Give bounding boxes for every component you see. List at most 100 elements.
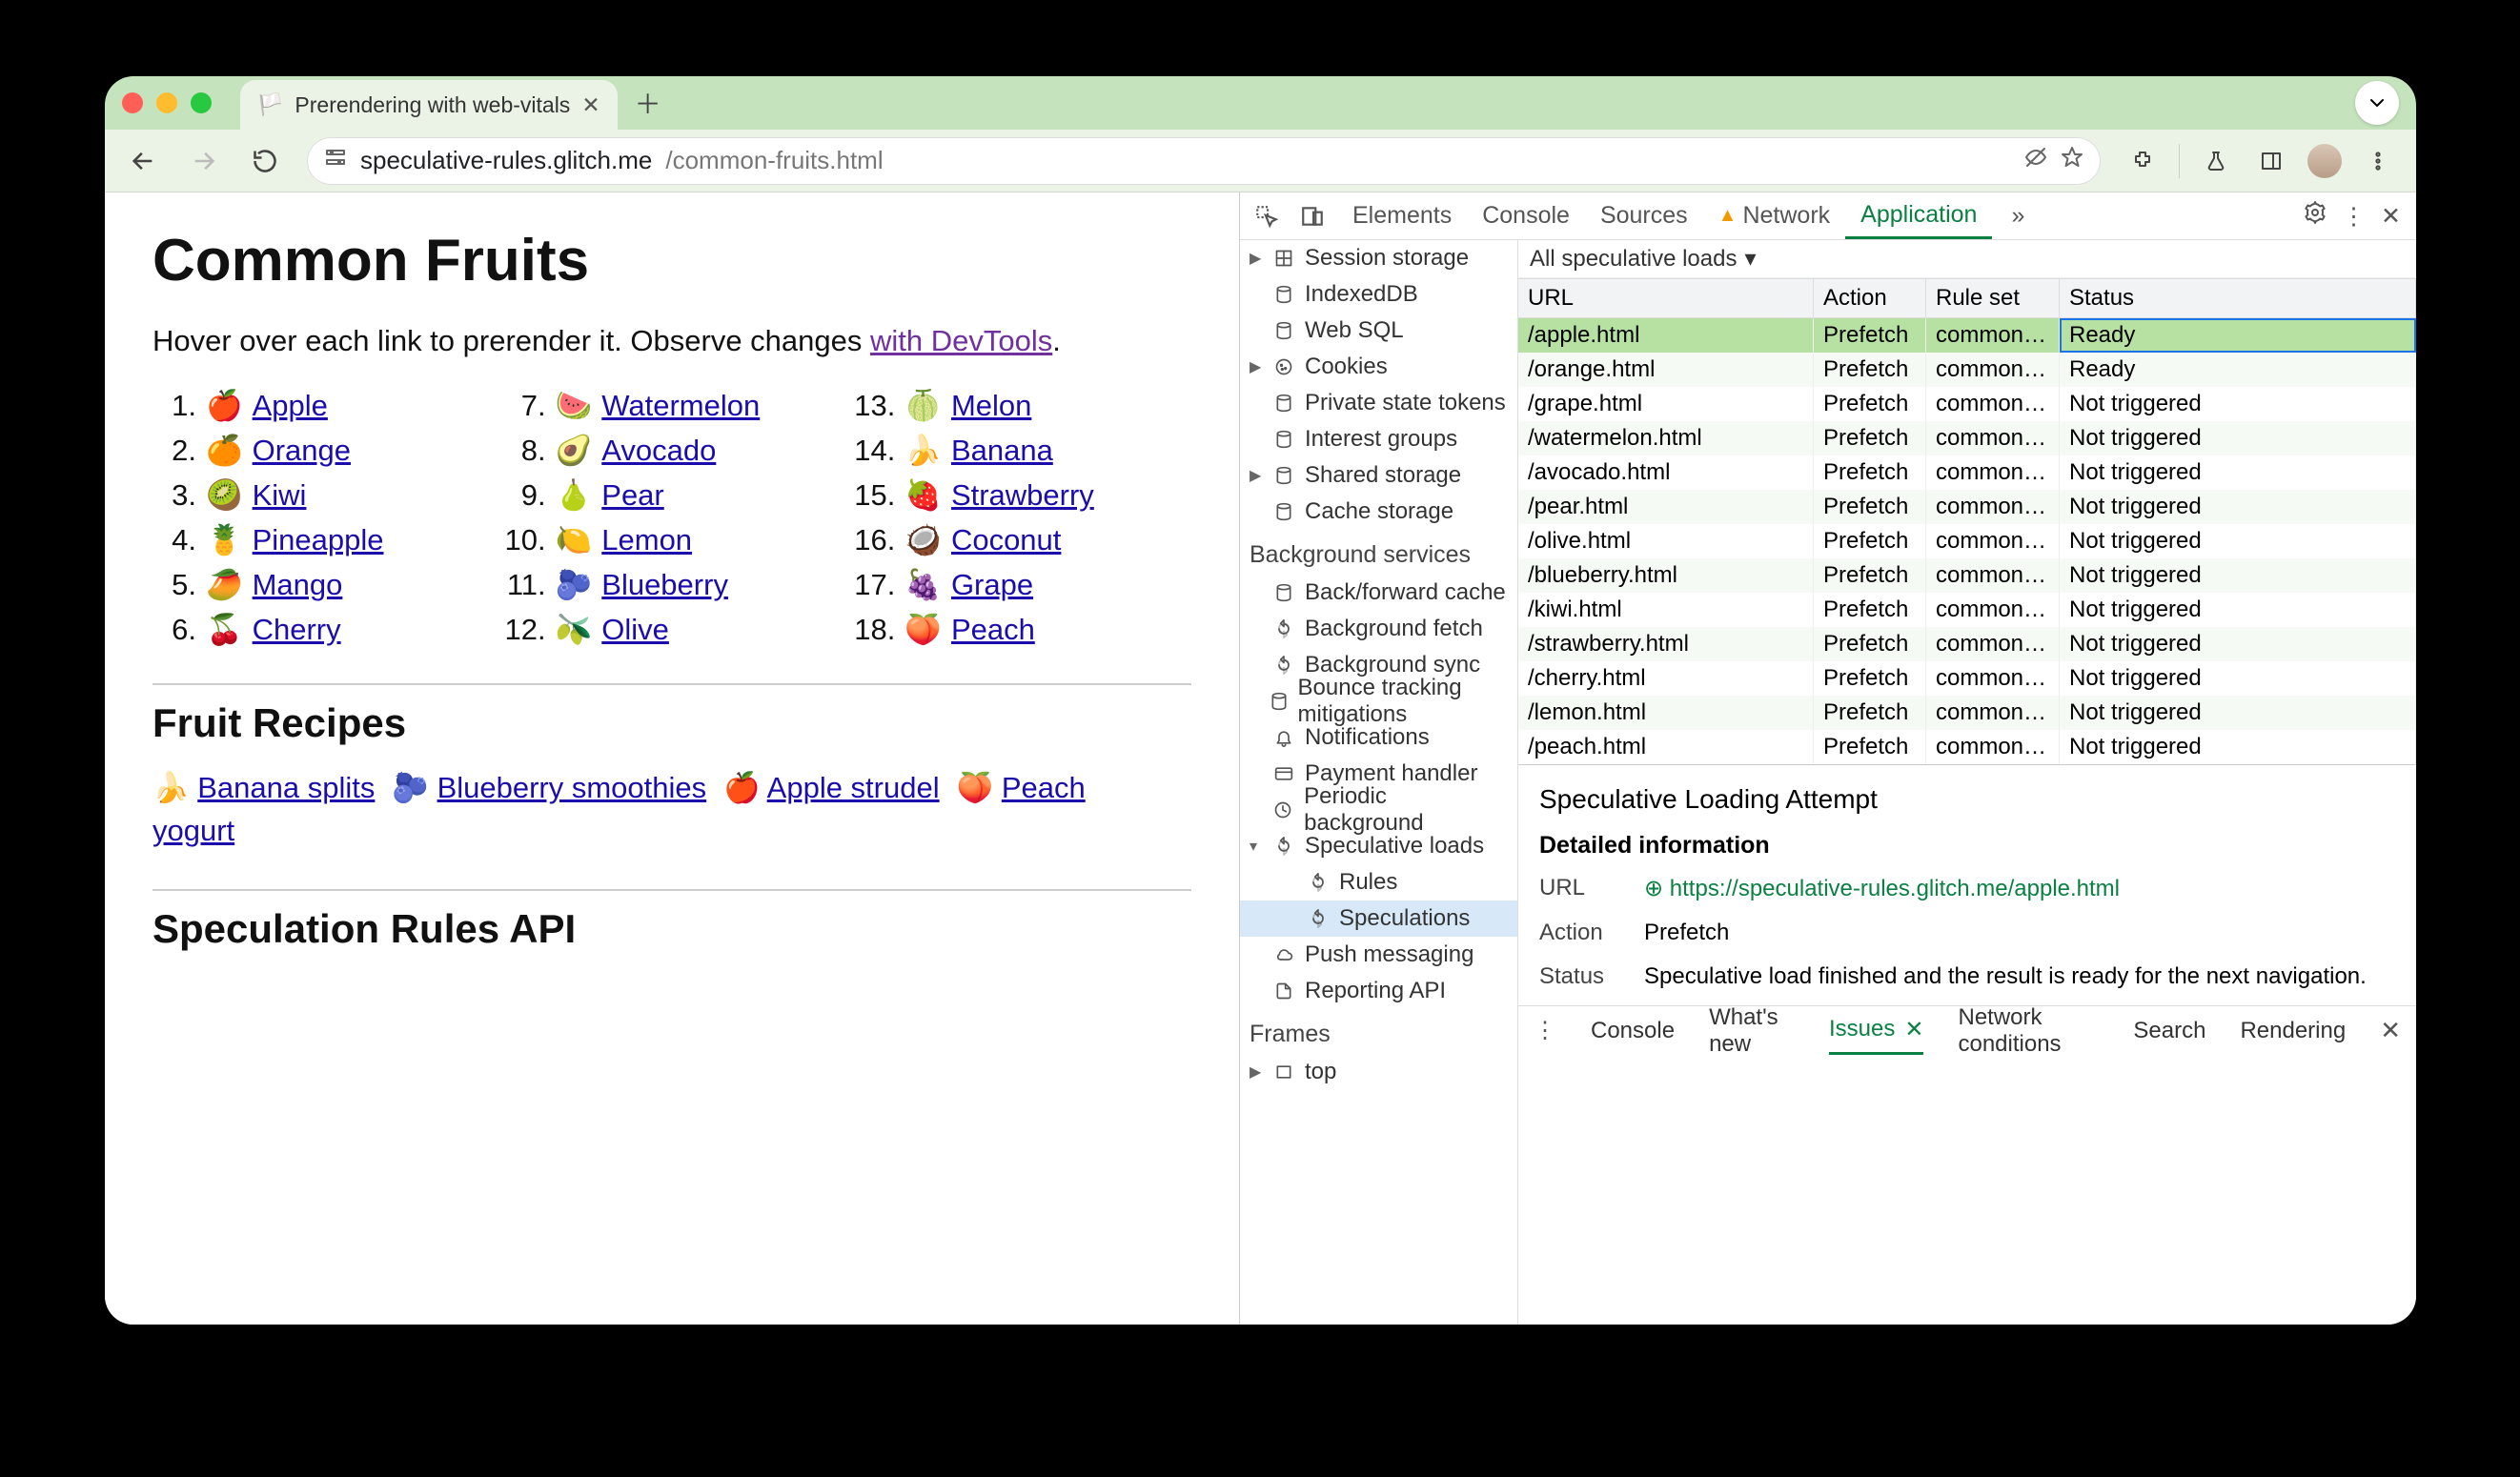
table-row[interactable]: /cherry.htmlPrefetchcommon-…Not triggere…: [1518, 661, 2416, 696]
maximize-window-icon[interactable]: [191, 92, 212, 113]
sidebar-item[interactable]: IndexedDB: [1240, 276, 1517, 313]
column-header[interactable]: Rule set: [1926, 279, 2060, 317]
fruit-link[interactable]: Kiwi: [253, 478, 307, 513]
close-tab-icon[interactable]: ✕: [581, 92, 600, 118]
drawer-tab-what-s-new[interactable]: What's new: [1709, 1004, 1795, 1058]
table-row[interactable]: /pear.htmlPrefetchcommon-…Not triggered: [1518, 490, 2416, 524]
devtools-tab-sources[interactable]: Sources: [1585, 192, 1703, 239]
fruit-link[interactable]: Grape: [951, 568, 1033, 602]
bookmark-icon[interactable]: [2061, 146, 2083, 175]
fruit-link[interactable]: Lemon: [601, 523, 692, 557]
sidebar-item[interactable]: Reporting API: [1240, 973, 1517, 1009]
devtools-tab-elements[interactable]: Elements: [1337, 192, 1467, 239]
fruit-link[interactable]: Cherry: [253, 613, 341, 647]
sidebar-item[interactable]: ▾Speculative loads: [1240, 828, 1517, 864]
tab-title: Prerendering with web-vitals: [295, 92, 570, 118]
devtools-tab-network[interactable]: Network: [1703, 192, 1845, 239]
forward-button[interactable]: [185, 142, 223, 180]
recipe-link[interactable]: Banana splits: [197, 771, 375, 804]
sidebar-item[interactable]: Periodic background: [1240, 792, 1517, 828]
chrome-menu-icon[interactable]: [2359, 142, 2397, 180]
sidebar-item[interactable]: Bounce tracking mitigations: [1240, 683, 1517, 719]
sidebar-item[interactable]: Speculations: [1240, 900, 1517, 937]
devtools-close-icon[interactable]: ✕: [2381, 202, 2401, 231]
devtools-tab-console[interactable]: Console: [1467, 192, 1585, 239]
table-row[interactable]: /blueberry.htmlPrefetchcommon-…Not trigg…: [1518, 558, 2416, 593]
new-tab-button[interactable]: ＋: [629, 84, 667, 122]
sidebar-item[interactable]: Rules: [1240, 864, 1517, 900]
drawer-tab-search[interactable]: Search: [2133, 1018, 2205, 1044]
sidebar-item[interactable]: Private state tokens: [1240, 385, 1517, 421]
drawer-tab-issues[interactable]: Issues ✕: [1829, 1006, 1923, 1055]
devtools-settings-icon[interactable]: [2304, 201, 2327, 231]
address-bar[interactable]: speculative-rules.glitch.me/common-fruit…: [307, 137, 2101, 185]
table-row[interactable]: /grape.htmlPrefetchcommon-…Not triggered: [1518, 387, 2416, 421]
table-row[interactable]: /apple.htmlPrefetchcommon-…Ready: [1518, 318, 2416, 353]
fruit-link[interactable]: Mango: [253, 568, 343, 602]
drawer-tab-console[interactable]: Console: [1591, 1018, 1675, 1044]
fruit-link[interactable]: Pineapple: [253, 523, 384, 557]
detail-url-link[interactable]: https://speculative-rules.glitch.me/appl…: [1670, 876, 2120, 901]
sidebar-item[interactable]: Back/forward cache: [1240, 575, 1517, 611]
device-toolbar-icon[interactable]: [1291, 204, 1333, 229]
table-row[interactable]: /avocado.htmlPrefetchcommon-…Not trigger…: [1518, 455, 2416, 490]
fruit-link[interactable]: Apple: [253, 389, 328, 423]
fruit-link[interactable]: Banana: [951, 434, 1053, 468]
drawer-close-icon[interactable]: ✕: [2380, 1016, 2401, 1045]
table-row[interactable]: /olive.htmlPrefetchcommon-…Not triggered: [1518, 524, 2416, 558]
sidebar-item[interactable]: ▶Shared storage: [1240, 457, 1517, 494]
back-button[interactable]: [124, 142, 162, 180]
sidebar-item[interactable]: Cache storage: [1240, 494, 1517, 530]
sidebar-item[interactable]: Background fetch: [1240, 611, 1517, 647]
minimize-window-icon[interactable]: [156, 92, 177, 113]
inspect-element-icon[interactable]: [1246, 204, 1288, 229]
close-window-icon[interactable]: [122, 92, 143, 113]
profile-avatar[interactable]: [2307, 144, 2342, 178]
column-header[interactable]: URL: [1518, 279, 1814, 317]
column-header[interactable]: Action: [1814, 279, 1926, 317]
sidebar-item[interactable]: ▶Cookies: [1240, 349, 1517, 385]
fruit-link[interactable]: Olive: [601, 613, 669, 647]
fruit-link[interactable]: Peach: [951, 613, 1035, 647]
sidebar-item[interactable]: Interest groups: [1240, 421, 1517, 457]
speculative-loads-filter[interactable]: All speculative loads ▾: [1518, 240, 2416, 278]
sidebar-item[interactable]: ▶top: [1240, 1054, 1517, 1090]
window-menu-icon[interactable]: [2355, 81, 2399, 125]
table-row[interactable]: /peach.htmlPrefetchcommon-…Not triggered: [1518, 730, 2416, 764]
extensions-icon[interactable]: [2124, 142, 2162, 180]
sidebar-item[interactable]: Web SQL: [1240, 313, 1517, 349]
close-icon[interactable]: ✕: [1904, 1016, 1923, 1043]
reload-button[interactable]: [246, 142, 284, 180]
devtools-kebab-icon[interactable]: ⋮: [2342, 202, 2366, 231]
drawer-tab-rendering[interactable]: Rendering: [2240, 1018, 2346, 1044]
browser-tab[interactable]: 🏳️ Prerendering with web-vitals ✕: [240, 80, 618, 130]
fruit-link[interactable]: Pear: [601, 478, 663, 513]
table-row[interactable]: /lemon.htmlPrefetchcommon-…Not triggered: [1518, 696, 2416, 730]
fruit-link[interactable]: Blueberry: [601, 568, 728, 602]
fruit-link[interactable]: Coconut: [951, 523, 1061, 557]
devtools-link[interactable]: with DevTools: [870, 324, 1052, 357]
fruit-link[interactable]: Avocado: [601, 434, 716, 468]
fruit-link[interactable]: Watermelon: [601, 389, 760, 423]
table-row[interactable]: /strawberry.htmlPrefetchcommon-…Not trig…: [1518, 627, 2416, 661]
fruit-link[interactable]: Orange: [253, 434, 351, 468]
devtools-tab-application[interactable]: Application: [1845, 192, 1992, 239]
sidebar-item[interactable]: Push messaging: [1240, 937, 1517, 973]
table-row[interactable]: /orange.htmlPrefetchcommon-…Ready: [1518, 353, 2416, 387]
devtools-tabs-overflow[interactable]: »: [1996, 192, 2040, 239]
fruit-link[interactable]: Strawberry: [951, 478, 1094, 513]
site-settings-icon[interactable]: [324, 146, 347, 175]
drawer-menu-icon[interactable]: ⋮: [1534, 1017, 1556, 1044]
table-row[interactable]: /kiwi.htmlPrefetchcommon-…Not triggered: [1518, 593, 2416, 627]
drawer-tab-network-conditions[interactable]: Network conditions: [1958, 1004, 2099, 1058]
devtools-panel: ElementsConsoleSourcesNetworkApplication…: [1239, 192, 2416, 1325]
table-row[interactable]: /watermelon.htmlPrefetchcommon-…Not trig…: [1518, 421, 2416, 455]
recipe-link[interactable]: Apple strudel: [767, 771, 940, 804]
fruit-link[interactable]: Melon: [951, 389, 1031, 423]
side-panel-icon[interactable]: [2252, 142, 2290, 180]
sidebar-item[interactable]: ▶Session storage: [1240, 240, 1517, 276]
labs-icon[interactable]: [2197, 142, 2235, 180]
recipe-link[interactable]: Blueberry smoothies: [437, 771, 707, 804]
hide-tracking-icon[interactable]: [2024, 146, 2047, 175]
column-header[interactable]: Status: [2060, 279, 2416, 317]
